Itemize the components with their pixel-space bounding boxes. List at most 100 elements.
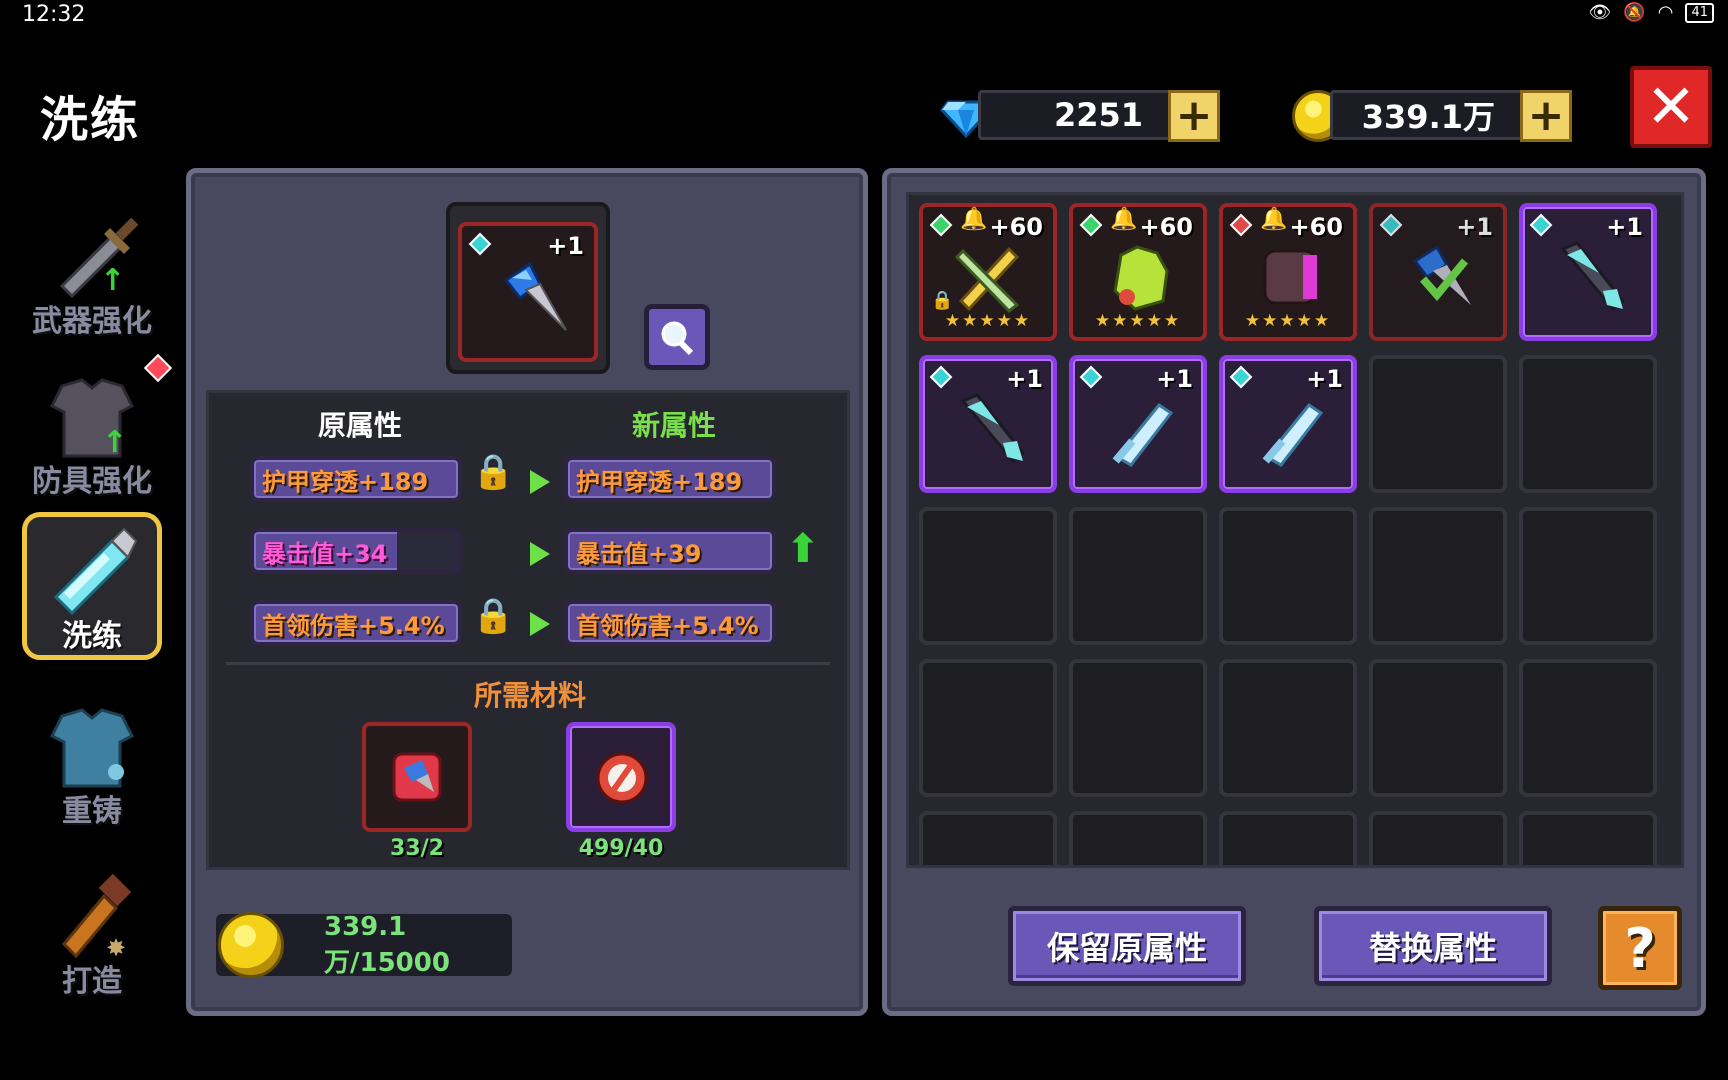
new-attributes-header: 新属性 [631, 409, 716, 442]
empty-inventory-slot[interactable] [1069, 507, 1207, 645]
empty-inventory-slot[interactable] [919, 507, 1057, 645]
empty-inventory-slot[interactable] [1219, 811, 1357, 865]
bell-icon: 🔔 [1260, 207, 1288, 232]
ice-sword-icon [1112, 402, 1174, 467]
armor-icon: ↑ [49, 378, 135, 460]
inventory-grid: 🔔 +60 🔒 ★★★★★ 🔔 +60 ★★★★★ 🔔 +60 ★★★★★ +1 +1 +1 +1 +1 [906, 192, 1684, 868]
arrow-right-icon [530, 542, 550, 566]
battery-icon: 41 [1685, 2, 1714, 23]
attribute-text: 护甲穿透+189 [576, 467, 743, 496]
material-slot-1[interactable] [362, 722, 472, 832]
coin-icon [218, 912, 284, 978]
inventory-slot[interactable]: +1 [1069, 355, 1207, 493]
item-stars: ★★★★★ [1094, 311, 1182, 331]
empty-inventory-slot[interactable] [1069, 659, 1207, 797]
lock-toggle-icon[interactable]: 🔒 [472, 452, 514, 492]
ice-sword-icon [1262, 402, 1324, 467]
drill-weapon-icon [503, 261, 567, 331]
status-icons: 👁 🔕 ◠ 41 [1588, 2, 1714, 23]
empty-inventory-slot[interactable] [919, 659, 1057, 797]
attribute-text: 暴击值+39 [576, 539, 702, 568]
nav-label: 防具强化 [32, 464, 152, 499]
purple-fist-icon [1263, 249, 1317, 305]
original-attribute-2: 暴击值+34 [250, 528, 462, 574]
nav-label: 武器强化 [32, 304, 152, 339]
empty-inventory-slot[interactable] [1219, 507, 1357, 645]
empty-inventory-slot[interactable] [919, 811, 1057, 865]
nav-label: 打造 [62, 964, 122, 999]
magnifier-icon [661, 321, 694, 356]
bell-icon: 🔔 [960, 207, 988, 232]
inventory-slot[interactable]: 🔔 +60 🔒 ★★★★★ [919, 203, 1057, 341]
keep-original-button[interactable]: 保留原属性 [1008, 906, 1246, 986]
original-attributes-header: 原属性 [317, 409, 402, 442]
empty-inventory-slot[interactable] [1519, 507, 1657, 645]
dark-spear-icon [1560, 241, 1626, 312]
nav-refine[interactable]: 洗练 [22, 512, 162, 660]
attribute-text: 护甲穿透+189 [262, 467, 429, 496]
new-attribute-2: 暴击值+39 [564, 528, 776, 574]
drill-weapon-icon [1412, 244, 1471, 305]
empty-inventory-slot[interactable] [1369, 811, 1507, 865]
divider [226, 662, 830, 665]
empty-inventory-slot[interactable] [1519, 811, 1657, 865]
item-stars: ★★★★★ [1244, 311, 1332, 331]
nav-label: 重铸 [62, 794, 122, 829]
recast-armor-icon [49, 708, 135, 788]
add-coins-button[interactable]: + [1520, 90, 1572, 142]
svg-text:↑: ↑ [100, 263, 125, 298]
inventory-slot[interactable]: +1 [1369, 203, 1507, 341]
nav-weapon-upgrade[interactable]: ↑ 武器强化 [22, 190, 162, 340]
empty-inventory-slot[interactable] [1369, 507, 1507, 645]
materials-header: 所需材料 [473, 679, 586, 712]
help-button[interactable]: ? [1598, 906, 1682, 990]
inspect-button[interactable] [644, 304, 710, 370]
close-button[interactable]: ✕ [1630, 66, 1712, 148]
status-time: 12:32 [22, 2, 86, 27]
nav-recast[interactable]: 重铸 [22, 680, 162, 830]
add-gems-button[interactable]: + [1168, 90, 1220, 142]
lock-icon: 🔒 [931, 290, 954, 311]
golden-crossed-swords-icon [954, 246, 1020, 313]
inventory-slot[interactable]: 🔔 +60 ★★★★★ [1219, 203, 1357, 341]
red-refine-stone-icon [392, 752, 442, 802]
mute-bell-icon: 🔕 [1623, 2, 1646, 23]
improved-up-arrow-icon: ⬆ [786, 526, 820, 572]
original-attribute-3: 首领伤害+5.4% [250, 600, 462, 646]
gem-amount: 2251 [1053, 96, 1143, 134]
material-count-2: 499/40 [578, 836, 664, 861]
inventory-slot[interactable]: +1 [1519, 203, 1657, 341]
lock-toggle-icon[interactable]: 🔒 [472, 596, 514, 636]
inventory-slot[interactable]: +1 [919, 355, 1057, 493]
attribute-text: 暴击值+34 [262, 539, 388, 568]
empty-inventory-slot[interactable] [1219, 659, 1357, 797]
material-count-1: 33/2 [390, 836, 444, 861]
item-stars: ★★★★★ [944, 311, 1032, 331]
selected-item-slot[interactable]: +1 [458, 222, 598, 362]
inventory-slot[interactable]: +1 [1219, 355, 1357, 493]
replace-attributes-button[interactable]: 替换属性 [1314, 906, 1552, 986]
sword-icon: ↑ [59, 217, 139, 299]
forge-hammer-icon: ✸ [61, 873, 132, 962]
page-title: 洗练 [40, 92, 141, 148]
empty-inventory-slot[interactable] [1519, 659, 1657, 797]
red-orb-icon [596, 752, 648, 804]
arrow-right-icon [530, 470, 550, 494]
original-attribute-1: 护甲穿透+189 [250, 456, 462, 502]
attribute-text: 首领伤害+5.4% [262, 611, 445, 640]
empty-inventory-slot[interactable] [1069, 811, 1207, 865]
refine-sword-icon [53, 527, 138, 616]
nav-armor-upgrade[interactable]: ↑ 防具强化 [22, 350, 162, 500]
empty-inventory-slot[interactable] [1369, 659, 1507, 797]
attribute-fill [396, 532, 458, 570]
nav-forge[interactable]: ✸ 打造 [22, 850, 162, 1000]
attribute-text: 首领伤害+5.4% [576, 611, 759, 640]
inventory-slot[interactable]: 🔔 +60 ★★★★★ [1069, 203, 1207, 341]
coin-amount: 339.1万 [1361, 98, 1495, 136]
bell-icon: 🔔 [1110, 207, 1138, 232]
empty-inventory-slot[interactable] [1519, 355, 1657, 493]
cost-text: 339.1万/15000 [324, 911, 450, 978]
arrow-right-icon [530, 612, 550, 636]
material-slot-2[interactable] [566, 722, 676, 832]
empty-inventory-slot[interactable] [1369, 355, 1507, 493]
